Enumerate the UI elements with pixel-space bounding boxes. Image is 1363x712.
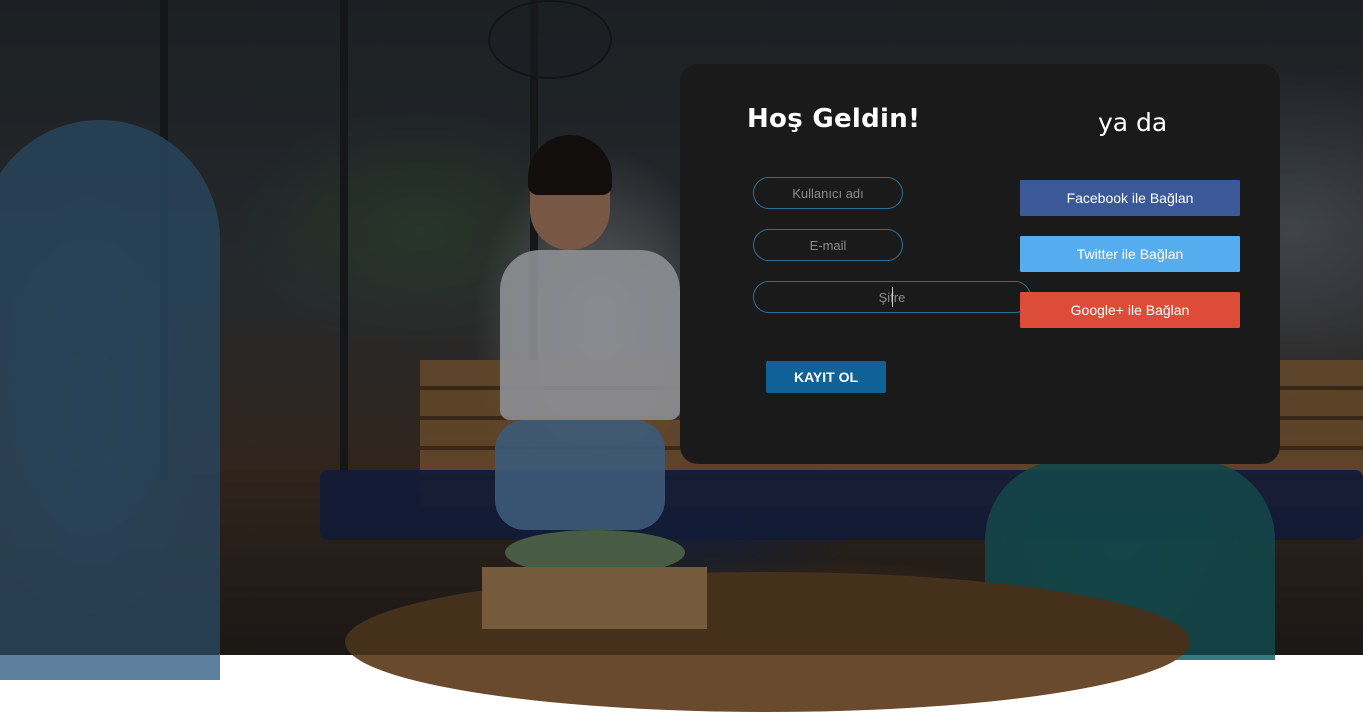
google-connect-button[interactable]: Google+ ile Bağlan — [1020, 292, 1240, 328]
welcome-title: Hoş Geldin! — [747, 104, 921, 134]
signup-card: Hoş Geldin! ya da KAYIT OL Facebook ile … — [680, 64, 1280, 464]
username-input[interactable] — [753, 177, 903, 209]
text-cursor — [892, 287, 893, 307]
twitter-connect-button[interactable]: Twitter ile Bağlan — [1020, 236, 1240, 272]
facebook-connect-button[interactable]: Facebook ile Bağlan — [1020, 180, 1240, 216]
or-divider-text: ya da — [1098, 108, 1168, 137]
register-button[interactable]: KAYIT OL — [766, 361, 886, 393]
email-input[interactable] — [753, 229, 903, 261]
